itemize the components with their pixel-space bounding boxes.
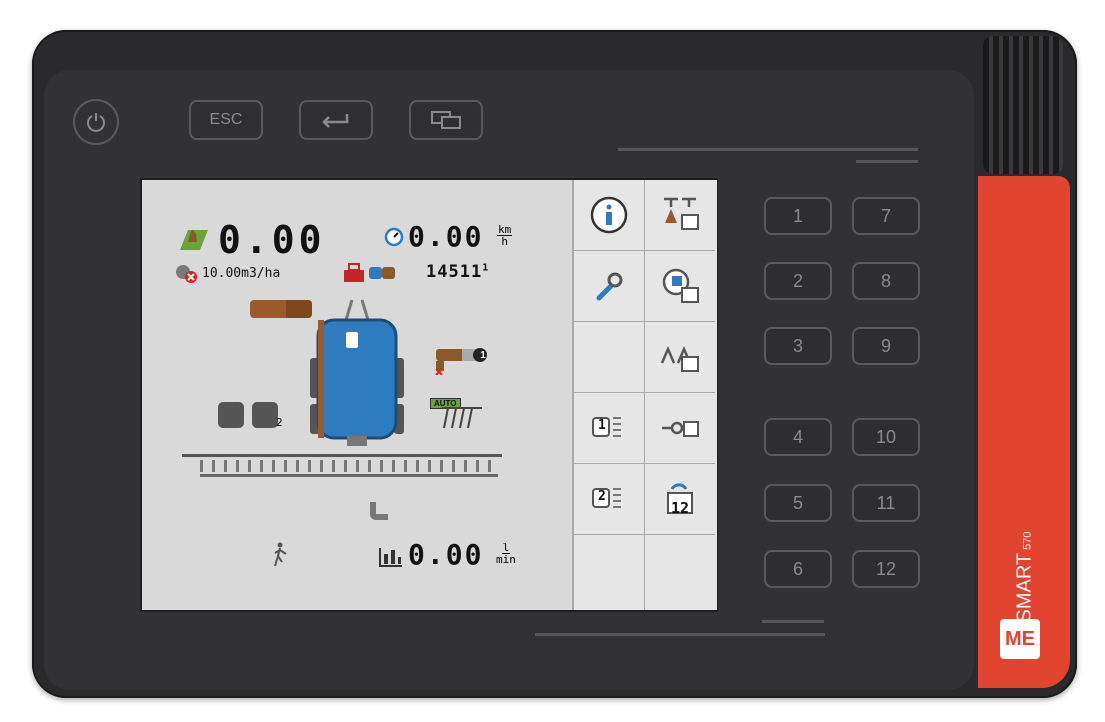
softkey-empty-1[interactable] xyxy=(573,322,644,393)
divider-line xyxy=(535,633,825,636)
section-valve-2 xyxy=(252,402,278,428)
function-key-6[interactable]: 6 xyxy=(764,550,832,588)
function-key-11[interactable]: 11 xyxy=(852,484,920,522)
rate-alarm-icon xyxy=(176,265,197,283)
divider-line xyxy=(762,620,824,623)
walker-icon xyxy=(274,542,287,567)
softkey-counter-12[interactable]: 12 xyxy=(644,464,715,535)
tine-icon xyxy=(442,407,482,429)
section-2-label: 2 xyxy=(598,489,606,504)
info-icon xyxy=(590,196,628,234)
rotary-knob[interactable] xyxy=(983,36,1063,174)
rate-target-value: 10.00m3/ha xyxy=(202,266,281,281)
softkey-valve[interactable] xyxy=(644,393,715,464)
function-key-5[interactable]: 5 xyxy=(764,484,832,522)
boom-base xyxy=(200,474,498,477)
softkey-panel: 1 2 12 xyxy=(572,180,717,610)
divider-line xyxy=(856,160,918,163)
tank-icon xyxy=(310,299,404,446)
switch-screen-button[interactable] xyxy=(409,100,483,140)
enter-icon xyxy=(322,114,349,128)
tank-fill-icon xyxy=(662,268,699,303)
function-key-4[interactable]: 4 xyxy=(764,418,832,456)
function-key-7[interactable]: 7 xyxy=(852,197,920,235)
counter-value: 145111 xyxy=(426,262,490,282)
brand-logo: ME xyxy=(1000,619,1040,659)
boom-fold-icon xyxy=(660,345,699,372)
softkey-section-1[interactable]: 1 xyxy=(573,393,644,464)
counter-12-label: 12 xyxy=(671,499,690,517)
function-key-1[interactable]: 1 xyxy=(764,197,832,235)
function-key-12[interactable]: 12 xyxy=(852,550,920,588)
flow-meter-icon xyxy=(379,548,402,567)
divider-line xyxy=(618,148,918,151)
softkey-info[interactable] xyxy=(573,180,644,251)
function-key-8[interactable]: 8 xyxy=(852,262,920,300)
softkey-tank-fill[interactable] xyxy=(644,251,715,322)
section-valve-1 xyxy=(218,402,244,428)
display-screen: 0.00 10.00m3/ha 0.00 km h 145111 1 AUTO 2… xyxy=(140,178,718,612)
speed-unit: km h xyxy=(497,223,513,248)
function-key-10[interactable]: 10 xyxy=(852,418,920,456)
bale-counter-icon xyxy=(344,263,395,282)
section-1-icon xyxy=(592,417,621,437)
enter-button[interactable] xyxy=(299,100,373,140)
speed-value: 0.00 xyxy=(408,220,484,253)
softkey-boom-height[interactable] xyxy=(644,180,715,251)
section-2-icon xyxy=(592,488,621,508)
softkey-boom-fold[interactable] xyxy=(644,322,715,393)
softkey-settings[interactable] xyxy=(573,251,644,322)
function-key-3[interactable]: 3 xyxy=(764,327,832,365)
field-rate-icon xyxy=(180,230,208,250)
boom-nozzles xyxy=(200,460,498,472)
boom-height-icon xyxy=(664,197,699,230)
flow-arrow-icon xyxy=(370,502,388,520)
switch-screen-icon xyxy=(431,111,461,129)
esc-button[interactable]: ESC xyxy=(189,100,263,140)
valve-icon xyxy=(662,421,699,437)
function-key-9[interactable]: 9 xyxy=(852,327,920,365)
brand-label: SMART570 xyxy=(1013,531,1036,623)
boom-bar xyxy=(182,454,502,457)
softkey-section-2[interactable]: 2 xyxy=(573,464,644,535)
function-key-2[interactable]: 2 xyxy=(764,262,832,300)
flow-unit: l min xyxy=(496,541,516,566)
power-button[interactable] xyxy=(73,99,119,145)
section-index: 2 xyxy=(276,416,283,429)
section-1-label: 1 xyxy=(598,418,606,433)
speedometer-icon xyxy=(384,227,404,247)
brand-panel: SMART570 ME xyxy=(978,176,1070,688)
flow-value: 0.00 xyxy=(408,538,484,571)
nozzle-index: 1 xyxy=(480,350,486,361)
application-rate-value: 0.00 xyxy=(218,218,326,262)
power-icon xyxy=(87,113,105,132)
softkey-empty-3[interactable] xyxy=(644,535,715,610)
softkey-empty-2[interactable] xyxy=(573,535,644,610)
wrench-icon xyxy=(596,272,623,301)
